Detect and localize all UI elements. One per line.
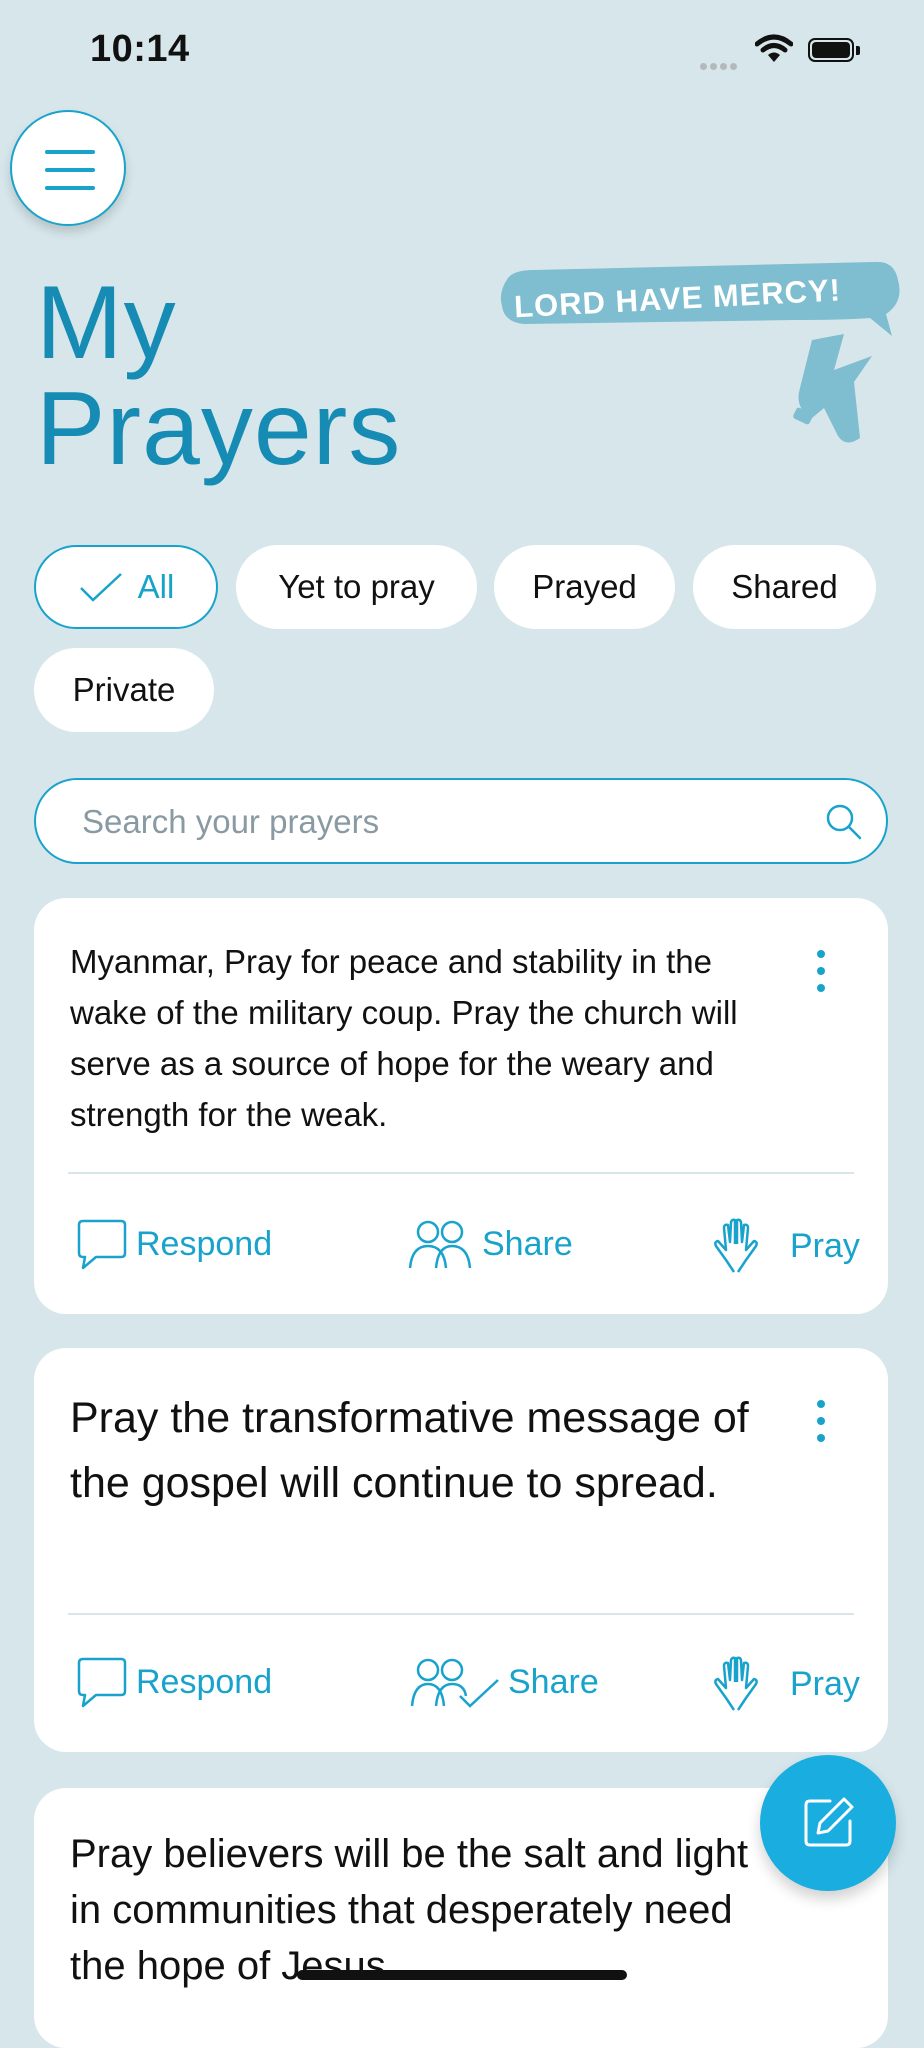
status-time: 10:14 [90, 28, 190, 70]
card-divider [68, 1172, 854, 1174]
prayer-text: Pray the transformative message of the g… [70, 1394, 749, 1507]
search-icon[interactable] [824, 802, 864, 842]
share-button[interactable]: Share [406, 1216, 573, 1272]
filter-chip-all[interactable]: All [34, 545, 218, 629]
battery-icon [808, 38, 860, 64]
respond-label: Respond [136, 1224, 273, 1263]
filter-chip-label: Prayed [532, 568, 637, 605]
pray-label: Pray [790, 1664, 860, 1703]
filter-chip-shared[interactable]: Shared [693, 545, 876, 629]
filter-chip-label: Yet to pray [278, 568, 435, 605]
praying-hands-icon [714, 1218, 758, 1273]
chat-bubble-icon [77, 1657, 127, 1708]
prayer-card: Myanmar, Pray for peace and stability in… [34, 898, 888, 1314]
menu-button[interactable] [10, 110, 126, 226]
share-label: Share [508, 1662, 599, 1701]
filter-chip-yet-to-pray[interactable]: Yet to pray [236, 545, 477, 629]
respond-button[interactable]: Respond [74, 1654, 272, 1710]
more-vertical-icon[interactable] [806, 1400, 836, 1450]
prayer-card: Pray the transformative message of the g… [34, 1348, 888, 1752]
pray-button[interactable]: Pray [706, 1654, 860, 1714]
card-divider [68, 1613, 854, 1615]
filter-chip-label: All [137, 568, 175, 605]
filter-chip-private[interactable]: Private [34, 648, 214, 732]
filter-chip-label: Shared [731, 568, 838, 605]
page-title: My Prayers [36, 270, 401, 482]
home-indicator [297, 1970, 627, 1980]
pray-button[interactable]: Pray [706, 1216, 860, 1276]
page-title-line1: My [36, 265, 177, 381]
share-label: Share [482, 1224, 573, 1263]
wifi-icon [754, 34, 794, 69]
search-input[interactable] [80, 792, 804, 852]
more-vertical-icon[interactable] [806, 950, 836, 1000]
praying-hands-icon [714, 1656, 758, 1711]
page-title-line2: Prayers [36, 371, 402, 487]
people-check-icon [410, 1658, 499, 1708]
new-prayer-button[interactable] [760, 1755, 896, 1891]
filter-chip-label: Private [72, 671, 176, 708]
chat-bubble-icon [77, 1219, 127, 1270]
share-button[interactable]: Share [408, 1654, 599, 1710]
search-bar[interactable] [34, 778, 888, 864]
people-icon [408, 1220, 472, 1269]
prayer-text: Myanmar, Pray for peace and stability in… [70, 943, 738, 1133]
cellular-signal-icon [700, 57, 742, 70]
respond-label: Respond [136, 1662, 273, 1701]
filter-chip-prayed[interactable]: Prayed [494, 545, 675, 629]
lord-have-mercy-sticker: LORD HAVE MERCY! [494, 258, 904, 453]
pray-label: Pray [790, 1226, 860, 1265]
edit-icon [804, 1797, 854, 1847]
check-icon [79, 573, 122, 602]
prayer-text: Pray believers will be the salt and ligh… [70, 1832, 749, 1988]
respond-button[interactable]: Respond [74, 1216, 272, 1272]
